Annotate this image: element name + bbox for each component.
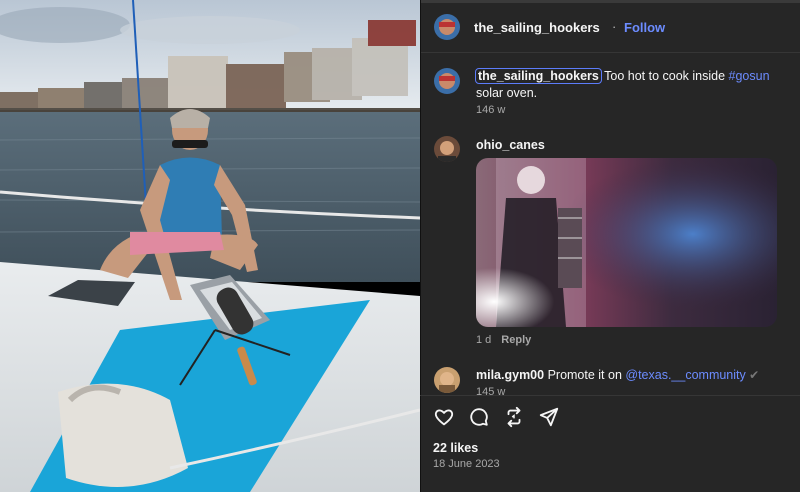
avatar[interactable] [434,14,460,40]
likes-count[interactable]: 22 likes [433,441,478,455]
comment-username[interactable]: mila.gym00 [476,368,544,382]
comment-text: mila.gym00 Promote it on @texas.__commun… [476,368,759,382]
post-viewer: the_sailing_hookers · Follow the_sailing… [0,0,800,492]
caption-part-2: solar oven. [476,86,538,100]
caption-username[interactable]: the_sailing_hookers [475,68,602,84]
mention-link[interactable]: @texas.__community [625,368,745,382]
caption-age: 146 w [476,104,506,116]
comment-username[interactable]: ohio_canes [476,138,545,152]
comment-avatar[interactable] [434,136,460,162]
comment-image[interactable] [476,158,777,327]
comment-age: 1 d [476,334,492,346]
reply-button[interactable]: Reply [501,334,531,346]
repost-icon[interactable] [503,406,525,428]
actions-divider [420,395,800,396]
comment-body-1: Promote it on [544,368,626,382]
post-photo [0,0,420,492]
comment-icon[interactable] [468,406,490,428]
caption-text: the_sailing_hookers Too hot to cook insi… [475,68,794,102]
action-bar [433,406,560,428]
comment-avatar[interactable] [434,367,460,393]
post-header: the_sailing_hookers · Follow [434,14,800,42]
header-divider [421,52,800,53]
comment-age: 145 w [476,386,506,395]
post-date: 18 June 2023 [433,458,500,470]
comment-body-2: ✔ [745,368,760,382]
heart-icon[interactable] [433,406,455,428]
hashtag-link[interactable]: #gosun [729,69,770,83]
separator-dot: · [612,19,617,34]
panel-top-strip [421,0,800,3]
post-username[interactable]: the_sailing_hookers [474,20,600,35]
caption-part-1: Too hot to cook inside [600,69,729,83]
follow-button[interactable]: Follow [624,20,665,35]
share-icon[interactable] [538,406,560,428]
comment-age-clip: 145 w [476,386,536,395]
comment-meta: 1 d Reply [476,334,531,346]
caption-avatar[interactable] [434,68,460,94]
